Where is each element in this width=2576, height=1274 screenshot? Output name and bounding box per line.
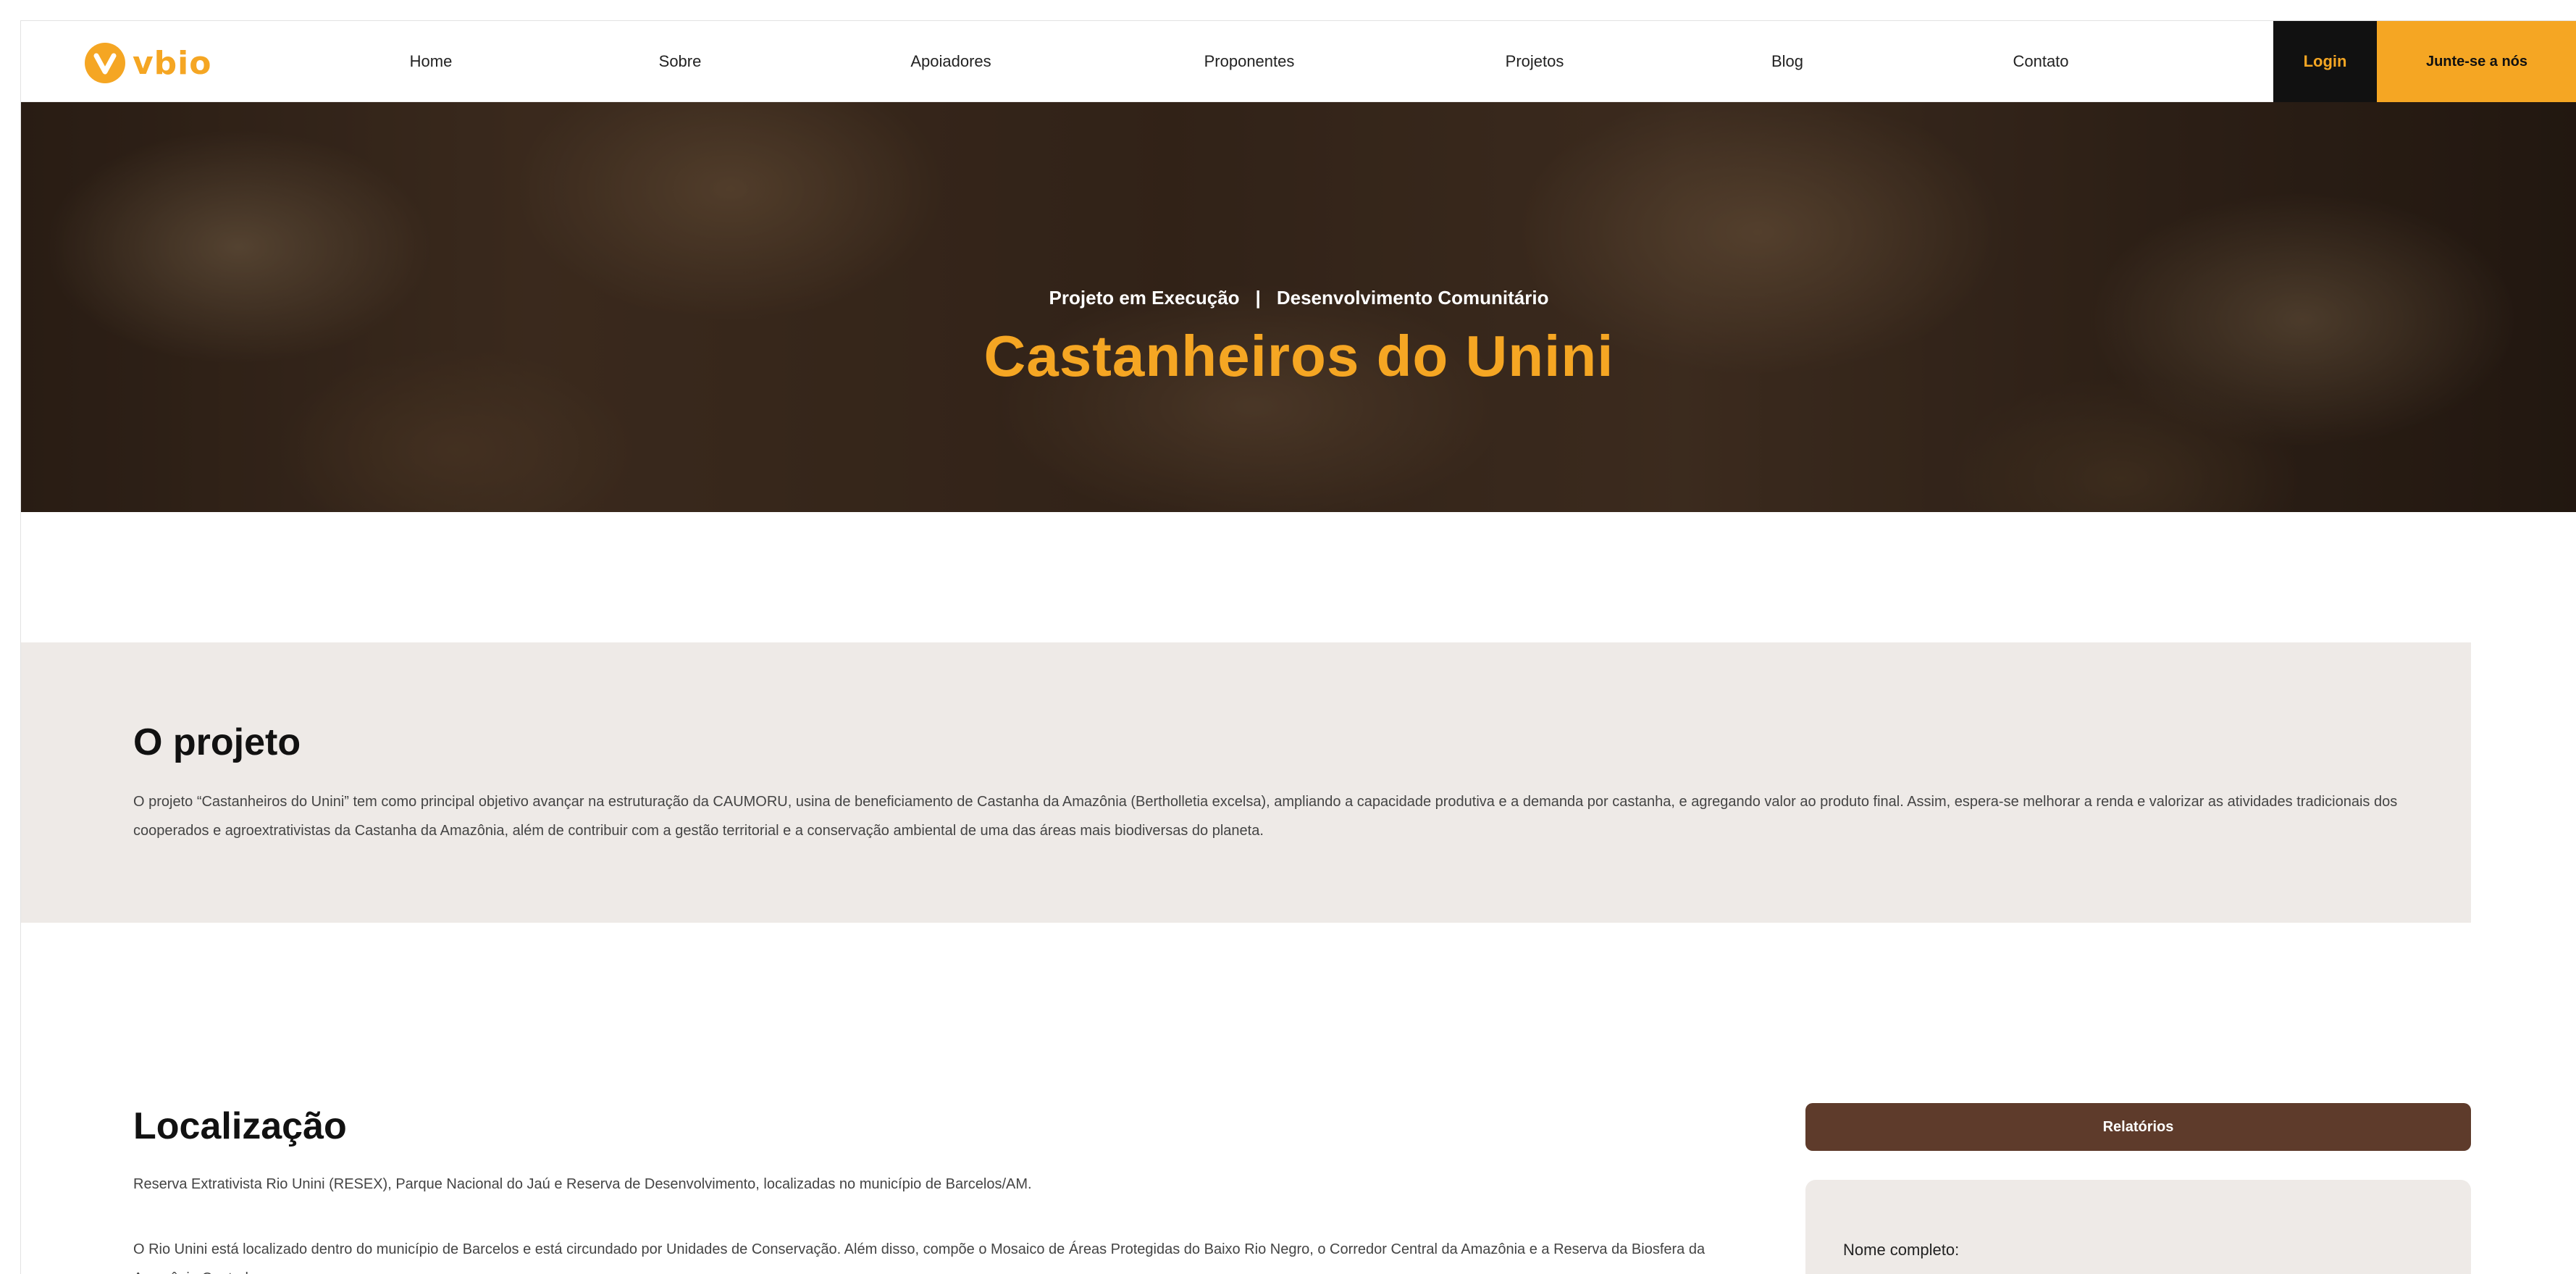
project-heading: O projeto	[133, 721, 301, 763]
project-category: Desenvolvimento Comunitário	[1276, 287, 1549, 309]
login-button[interactable]: Login	[2273, 21, 2377, 102]
full-name-label: Nome completo:	[1843, 1241, 1960, 1259]
reports-button[interactable]: Relatórios	[1805, 1103, 2471, 1151]
nav-projetos[interactable]: Projetos	[1506, 21, 1564, 102]
location-paragraph-2: O Rio Unini está localizado dentro do mu…	[133, 1241, 1706, 1274]
hero-banner: Projeto em Execução | Desenvolvimento Comu…	[21, 102, 2576, 512]
nav-sobre[interactable]: Sobre	[659, 21, 702, 102]
project-description: O projeto “Castanheiros do Unini” tem co…	[133, 794, 2398, 839]
page-title: Castanheiros do Unini	[983, 324, 1614, 388]
location-heading: Localização	[133, 1105, 347, 1147]
page: vbio Home Sobre Apoiadores Proponentes P…	[20, 20, 2576, 1274]
nav-apoiadores[interactable]: Apoiadores	[910, 21, 991, 102]
contact-form: Nome completo:	[1805, 1180, 2471, 1274]
project-section: O projeto O projeto “Castanheiros do Uni…	[21, 642, 2471, 923]
project-status: Projeto em Execução	[1049, 287, 1240, 309]
join-button[interactable]: Junte-se a nós	[2377, 21, 2576, 102]
hero-separator: |	[1255, 287, 1261, 309]
main-nav: Home Sobre Apoiadores Proponentes Projet…	[21, 21, 2576, 102]
location-paragraph-1: Reserva Extrativista Rio Unini (RESEX), …	[133, 1176, 1032, 1192]
nav-contato[interactable]: Contato	[2013, 21, 2068, 102]
nav-proponentes[interactable]: Proponentes	[1204, 21, 1295, 102]
nav-blog[interactable]: Blog	[1771, 21, 1803, 102]
nav-home[interactable]: Home	[410, 21, 453, 102]
site-header: vbio Home Sobre Apoiadores Proponentes P…	[21, 21, 2576, 102]
hero-subtitle: Projeto em Execução | Desenvolvimento Comu…	[21, 287, 2576, 309]
